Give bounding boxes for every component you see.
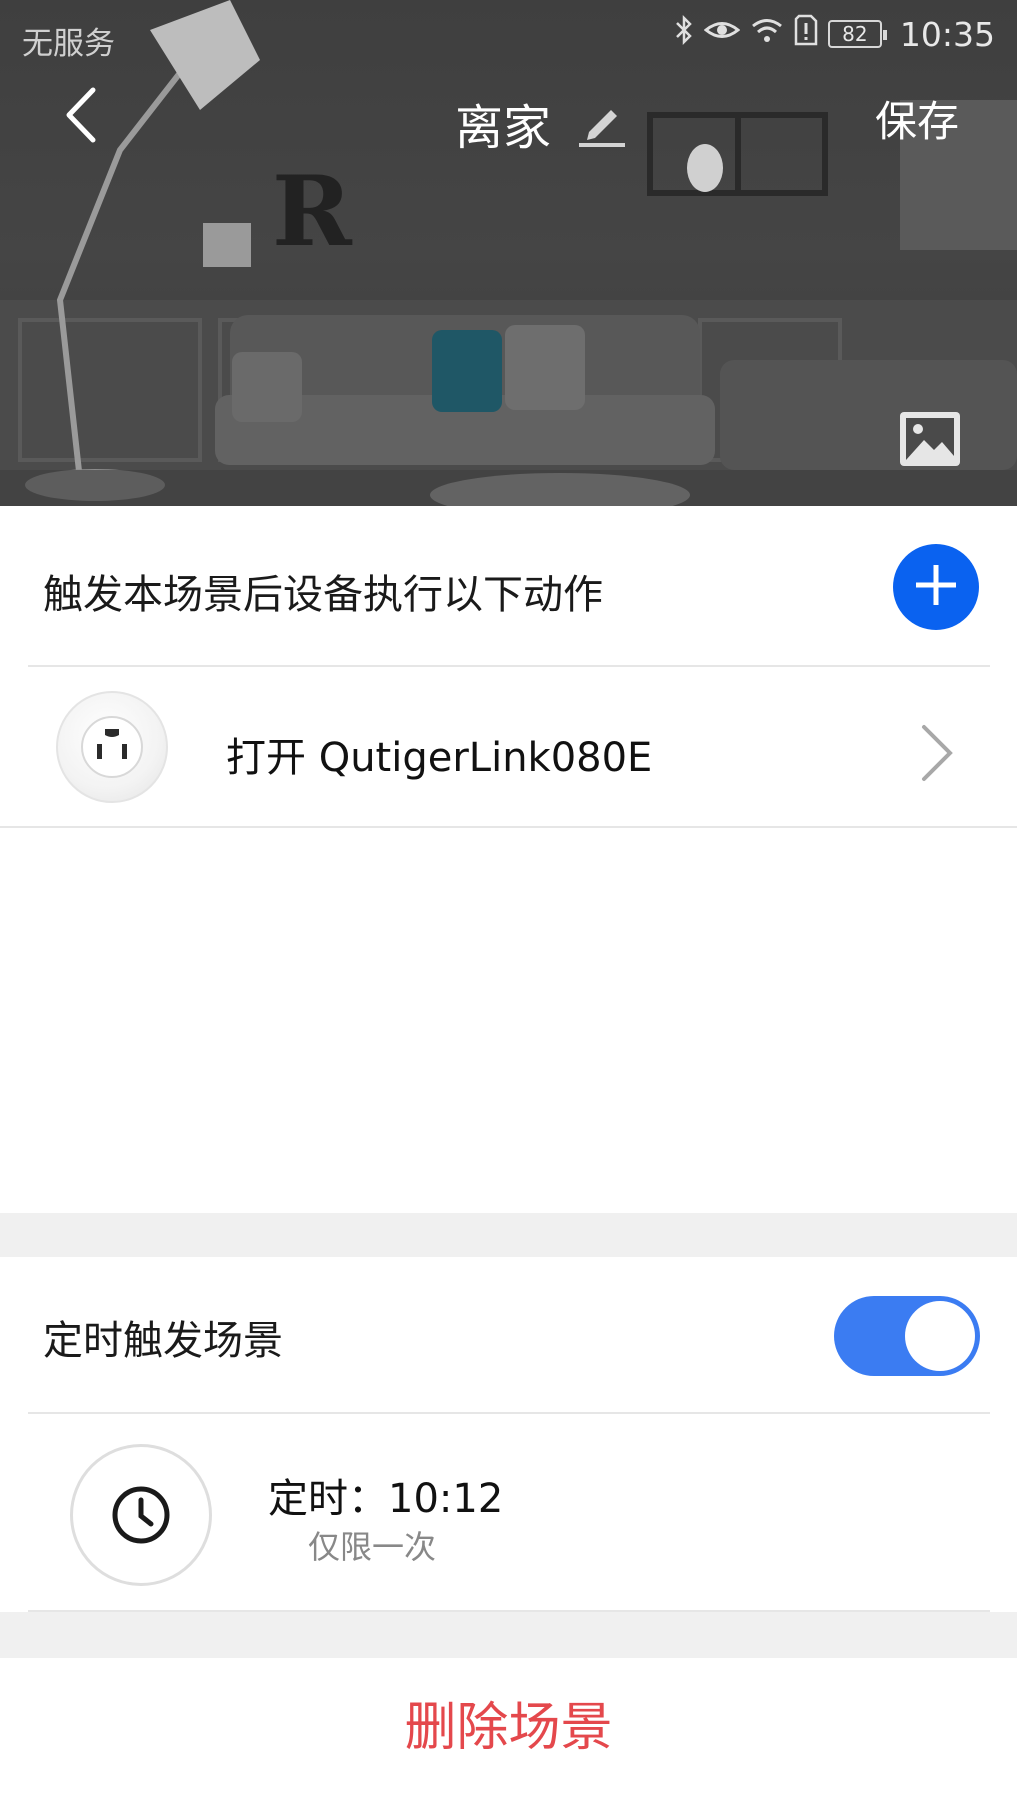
wifi-icon: [750, 15, 784, 53]
change-cover-button[interactable]: [898, 410, 962, 468]
scene-title-group: 离家: [455, 88, 627, 158]
chevron-right-icon: [920, 723, 956, 787]
sim-alert-icon: [794, 14, 818, 54]
actions-section-header: 触发本场景后设备执行以下动作: [0, 506, 1017, 666]
timer-time-label: 定时：10:12: [268, 1476, 504, 1522]
bluetooth-icon: [674, 14, 694, 54]
add-action-button[interactable]: [893, 544, 979, 630]
save-button[interactable]: 保存: [875, 88, 959, 149]
timer-heading: 定时触发场景: [43, 1318, 283, 1364]
living-room-photo: R: [0, 0, 1017, 506]
timer-toggle[interactable]: [834, 1296, 980, 1376]
scene-cover-image: R 无服务 82 10:35 离家 保存: [0, 0, 1017, 506]
clock-time: 10:35: [899, 14, 995, 54]
delete-scene-label: 删除场景: [404, 1697, 613, 1758]
section-separator: [0, 1213, 1017, 1257]
section-separator: [0, 1612, 1017, 1658]
timer-repeat-label: 仅限一次: [308, 1528, 437, 1566]
action-label: 打开 QutigerLink080E: [226, 735, 653, 781]
delete-scene-button[interactable]: 删除场景: [0, 1658, 1017, 1808]
divider: [0, 826, 1017, 828]
plus-icon: [914, 563, 958, 611]
smart-plug-icon: [56, 691, 168, 803]
back-button[interactable]: [56, 82, 106, 152]
clock-icon: [70, 1444, 212, 1586]
eye-icon: [703, 15, 741, 53]
svg-text:R: R: [272, 155, 353, 268]
list-item[interactable]: 打开 QutigerLink080E: [0, 667, 1017, 827]
battery-icon: 82: [827, 20, 887, 48]
status-bar: 无服务 82 10:35: [0, 0, 1017, 72]
carrier-text: 无服务: [22, 26, 115, 62]
back-arrow-icon: [64, 86, 98, 148]
actions-heading: 触发本场景后设备执行以下动作: [43, 572, 603, 618]
toggle-knob: [905, 1301, 975, 1371]
page-title: 离家: [455, 100, 552, 156]
status-icons: 82 10:35: [674, 14, 995, 54]
pencil-icon[interactable]: [577, 98, 627, 148]
image-icon: [898, 412, 962, 472]
timer-entry[interactable]: 定时：10:12 仅限一次: [0, 1414, 1017, 1612]
